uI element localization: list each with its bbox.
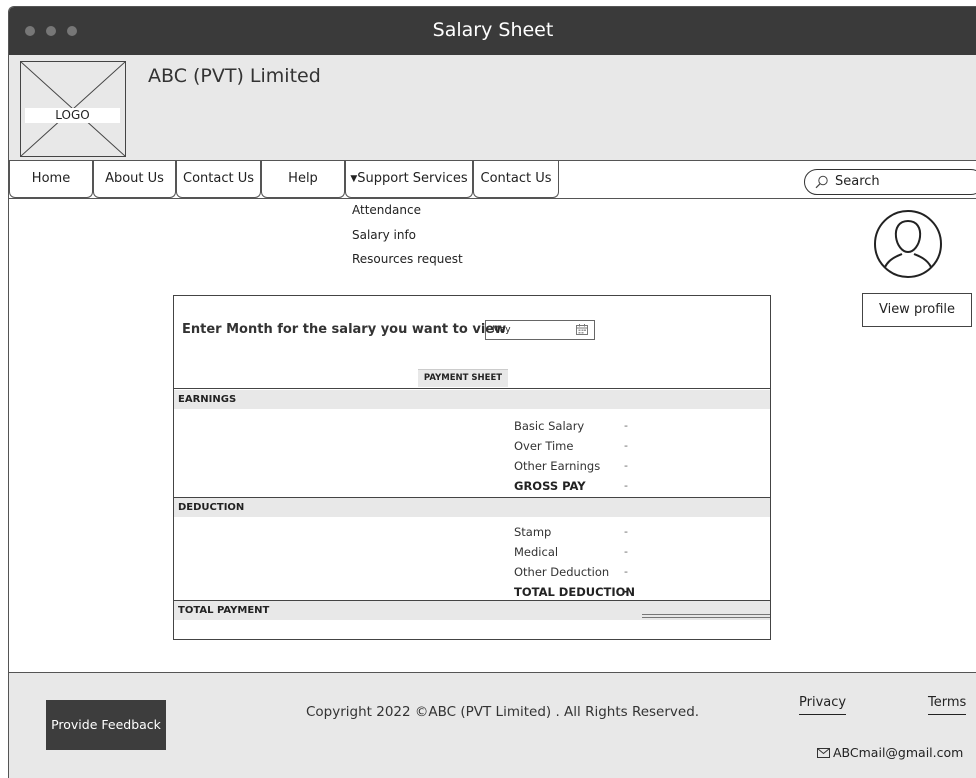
earning-value: -: [624, 419, 628, 432]
user-avatar-icon[interactable]: [873, 209, 943, 279]
deduction-label: Stamp: [514, 525, 552, 539]
provide-feedback-button[interactable]: Provide Feedback: [46, 700, 166, 750]
nav-tab-support-services-label: Support Services: [357, 171, 468, 186]
site-footer: Provide Feedback Copyright 2022 ©ABC (PV…: [9, 672, 976, 778]
earning-value: -: [624, 459, 628, 472]
logo-placeholder: LOGO: [20, 61, 126, 157]
nav-tab-contact-us-2[interactable]: Contact Us: [473, 161, 559, 198]
month-value: May: [492, 325, 511, 335]
deduction-heading: DEDUCTION: [174, 498, 770, 517]
nav-tab-support-services[interactable]: ▼Support Services: [345, 161, 473, 198]
menu-item-resources-request[interactable]: Resources request: [352, 252, 463, 277]
gross-pay-value: -: [624, 479, 628, 492]
earnings-heading: EARNINGS: [174, 390, 770, 409]
app-window: Salary Sheet LOGO ABC (PVT) Limited Home…: [8, 6, 976, 778]
nav-tab-contact-us[interactable]: Contact Us: [176, 161, 261, 198]
calendar-icon[interactable]: [576, 324, 588, 335]
month-prompt: Enter Month for the salary you want to v…: [182, 322, 507, 337]
company-name: ABC (PVT) Limited: [148, 65, 321, 87]
support-services-menu: Attendance Salary info Resources request: [352, 203, 463, 277]
logo-label: LOGO: [25, 108, 120, 123]
mail-icon: [817, 747, 830, 758]
email-link[interactable]: ABCmail@gmail.com: [817, 745, 963, 760]
menu-item-attendance[interactable]: Attendance: [352, 203, 463, 228]
search-input[interactable]: Search: [804, 169, 976, 195]
deduction-label: Medical: [514, 545, 559, 559]
main-nav: Home About Us Contact Us Help ▼Support S…: [9, 161, 976, 199]
deduction-value: -: [624, 525, 628, 538]
divider: [174, 388, 770, 389]
month-picker[interactable]: May: [485, 320, 595, 340]
terms-link[interactable]: Terms: [928, 695, 967, 715]
nav-tab-home[interactable]: Home: [9, 161, 93, 198]
email-text: ABCmail@gmail.com: [833, 745, 964, 760]
total-deduction-label: TOTAL DEDUCTION: [514, 585, 636, 599]
earning-label: Other Earnings: [514, 459, 601, 473]
gross-pay-label: GROSS PAY: [514, 479, 586, 493]
payment-sheet-label: PAYMENT SHEET: [418, 369, 508, 387]
total-payment-value-lines: [642, 614, 770, 618]
window-title: Salary Sheet: [432, 19, 554, 41]
earning-label: Basic Salary: [514, 419, 585, 433]
site-header: LOGO ABC (PVT) Limited: [9, 55, 976, 161]
deduction-value: -: [624, 565, 628, 578]
deduction-label: Other Deduction: [514, 565, 610, 579]
menu-item-salary-info[interactable]: Salary info: [352, 228, 463, 253]
total-deduction-value: -: [624, 585, 629, 598]
search-placeholder: Search: [835, 174, 880, 189]
title-bar: Salary Sheet: [9, 7, 976, 55]
earning-value: -: [624, 439, 628, 452]
earning-label: Over Time: [514, 439, 574, 453]
salary-sheet-panel: Enter Month for the salary you want to v…: [173, 295, 771, 640]
search-icon: [815, 175, 828, 189]
copyright-text: Copyright 2022 ©ABC (PVT Limited) . All …: [306, 704, 700, 720]
nav-tab-help[interactable]: Help: [261, 161, 345, 198]
view-profile-button[interactable]: View profile: [862, 293, 972, 327]
nav-tab-about-us[interactable]: About Us: [93, 161, 176, 198]
deduction-value: -: [624, 545, 628, 558]
privacy-link[interactable]: Privacy: [799, 695, 847, 715]
